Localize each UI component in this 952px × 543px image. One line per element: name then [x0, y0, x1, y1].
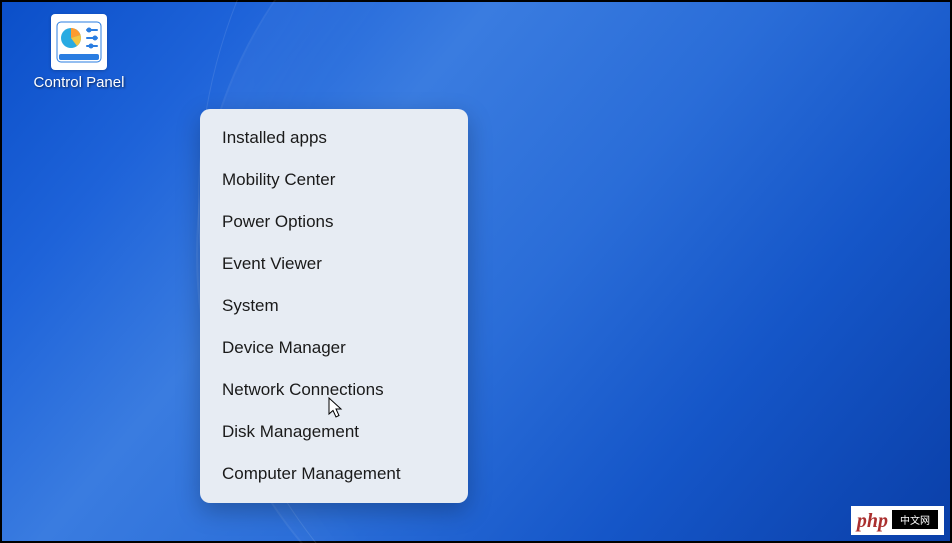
- watermark-text-right: 中文网: [892, 510, 938, 529]
- menu-item-power-options[interactable]: Power Options: [204, 201, 464, 243]
- menu-item-mobility-center[interactable]: Mobility Center: [204, 159, 464, 201]
- control-panel-icon: [51, 14, 107, 70]
- menu-item-installed-apps[interactable]: Installed apps: [204, 117, 464, 159]
- menu-item-event-viewer[interactable]: Event Viewer: [204, 243, 464, 285]
- menu-item-system[interactable]: System: [204, 285, 464, 327]
- watermark-text-left: php: [857, 510, 888, 533]
- menu-item-disk-management[interactable]: Disk Management: [204, 411, 464, 453]
- desktop-background[interactable]: Control Panel Installed apps Mobility Ce…: [0, 0, 952, 543]
- watermark: php 中文网: [851, 506, 944, 535]
- menu-item-device-manager[interactable]: Device Manager: [204, 327, 464, 369]
- menu-item-network-connections[interactable]: Network Connections: [204, 369, 464, 411]
- menu-item-computer-management[interactable]: Computer Management: [204, 453, 464, 495]
- desktop-icon-control-panel[interactable]: Control Panel: [30, 14, 128, 92]
- winx-context-menu: Installed apps Mobility Center Power Opt…: [200, 109, 468, 503]
- desktop-icon-label: Control Panel: [30, 74, 128, 92]
